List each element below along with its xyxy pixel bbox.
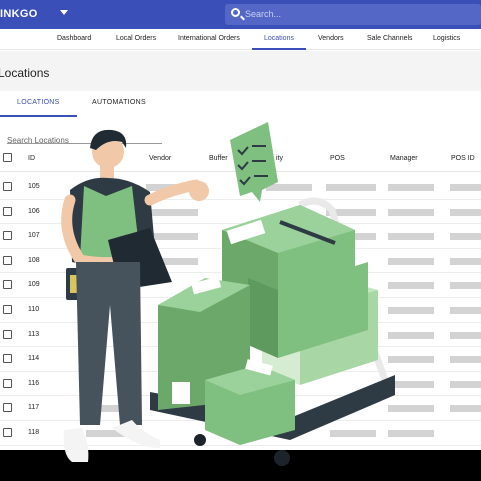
main-navigation: Dashboard Local Orders International Ord… [0,29,481,50]
redacted-cell [388,405,434,413]
redacted-cell [450,257,481,265]
redacted-cell [388,233,434,241]
redacted-cell [146,257,198,265]
row-id: 108 [28,256,40,264]
nav-active-indicator [252,48,306,50]
row-checkbox[interactable] [3,280,12,290]
redacted-cell [388,356,434,364]
tab-locations[interactable]: LOCATIONS [17,99,60,106]
redacted-cell [146,184,198,191]
column-header-pos-id[interactable]: POS ID [451,155,475,162]
column-header-pos[interactable]: POS [330,155,345,162]
locations-search-input[interactable] [7,136,162,145]
column-header-quantity[interactable]: ity [276,155,283,162]
redacted-cell [86,430,126,437]
table-row[interactable]: 110 [0,298,481,323]
redacted-cell [450,307,481,314]
redacted-cell [86,405,126,413]
table-row[interactable]: 106 [0,200,481,225]
page-header: Locations [0,51,481,91]
row-checkbox[interactable] [3,255,12,265]
tab-active-indicator [0,115,77,117]
row-checkbox[interactable] [3,231,12,241]
redacted-cell [450,208,481,216]
redacted-cell [330,430,376,437]
redacted-cell [450,356,481,364]
global-search-placeholder[interactable]: Search... [245,9,281,19]
redacted-cell [388,380,434,388]
row-id: 116 [28,379,40,387]
table-row[interactable]: 116 [0,372,481,397]
row-checkbox[interactable] [3,206,12,216]
row-id: 118 [28,429,40,436]
redacted-cell [146,233,198,241]
redacted-cell [146,208,198,216]
row-checkbox[interactable] [3,305,12,314]
redacted-cell [326,233,376,241]
row-checkbox[interactable] [3,403,12,413]
table-row[interactable]: 105 [0,175,481,200]
column-header-buffer[interactable]: Buffer [209,155,228,162]
redacted-cell [388,331,434,339]
nav-locations[interactable]: Locations [264,35,294,42]
row-id: 105 [28,183,40,190]
redacted-cell [326,184,376,191]
table-row[interactable]: 118 [0,421,481,446]
brand-dropdown-icon[interactable] [60,10,68,15]
table-row[interactable]: 117 [0,396,481,421]
redacted-cell [266,184,312,191]
redacted-cell [326,208,376,216]
nav-international-orders[interactable]: International Orders [178,35,240,42]
row-checkbox[interactable] [3,354,12,364]
redacted-cell [388,184,434,191]
table-row[interactable]: 109 [0,273,481,298]
redacted-cell [388,208,434,216]
row-checkbox[interactable] [3,378,12,388]
row-checkbox[interactable] [3,329,12,339]
tab-automations[interactable]: AUTOMATIONS [92,99,146,106]
row-id: 107 [28,232,40,240]
nav-vendors[interactable]: Vendors [318,35,344,42]
row-id: 110 [28,306,40,313]
redacted-cell [388,307,434,314]
table-row[interactable]: 107 [0,224,481,249]
row-checkbox[interactable] [3,182,12,191]
nav-sale-channels[interactable]: Sale Channels [367,35,413,42]
redacted-cell [450,331,481,339]
row-id: 109 [28,281,40,289]
column-header-manager[interactable]: Manager [390,155,418,162]
row-id: 113 [28,330,40,338]
nav-local-orders[interactable]: Local Orders [116,35,156,42]
brand-name[interactable]: INKGO [0,8,38,20]
redacted-cell [450,184,481,191]
column-header-vendor[interactable]: Vendor [149,155,171,162]
select-all-checkbox[interactable] [3,153,12,162]
row-checkbox[interactable] [3,428,12,437]
redacted-cell [388,282,434,290]
page-title: Locations [0,66,50,80]
cart-wheel [274,450,290,466]
nav-logistics[interactable]: Logistics [433,35,460,42]
tab-bar: LOCATIONS AUTOMATIONS [0,91,481,117]
row-id: 117 [28,404,40,412]
table-row[interactable]: 114 [0,347,481,372]
redacted-cell [450,233,481,241]
redacted-cell [450,380,481,388]
row-id: 106 [28,207,40,215]
table-row[interactable]: 108 [0,249,481,274]
search-icon [231,8,240,17]
redacted-cell [388,257,434,265]
redacted-cell [450,405,481,413]
table-row[interactable]: 113 [0,323,481,348]
global-search[interactable]: Search... [225,4,481,25]
table-header: ID Vendor Buffer ity POS Manager POS ID [0,147,481,172]
bottom-black-band [0,450,481,481]
redacted-cell [388,430,434,437]
column-header-id[interactable]: ID [28,155,35,162]
locations-search[interactable] [7,130,162,145]
nav-dashboard[interactable]: Dashboard [57,35,91,42]
row-id: 114 [28,355,40,363]
redacted-cell [450,282,481,290]
top-app-bar: INKGO Search... [0,0,481,29]
